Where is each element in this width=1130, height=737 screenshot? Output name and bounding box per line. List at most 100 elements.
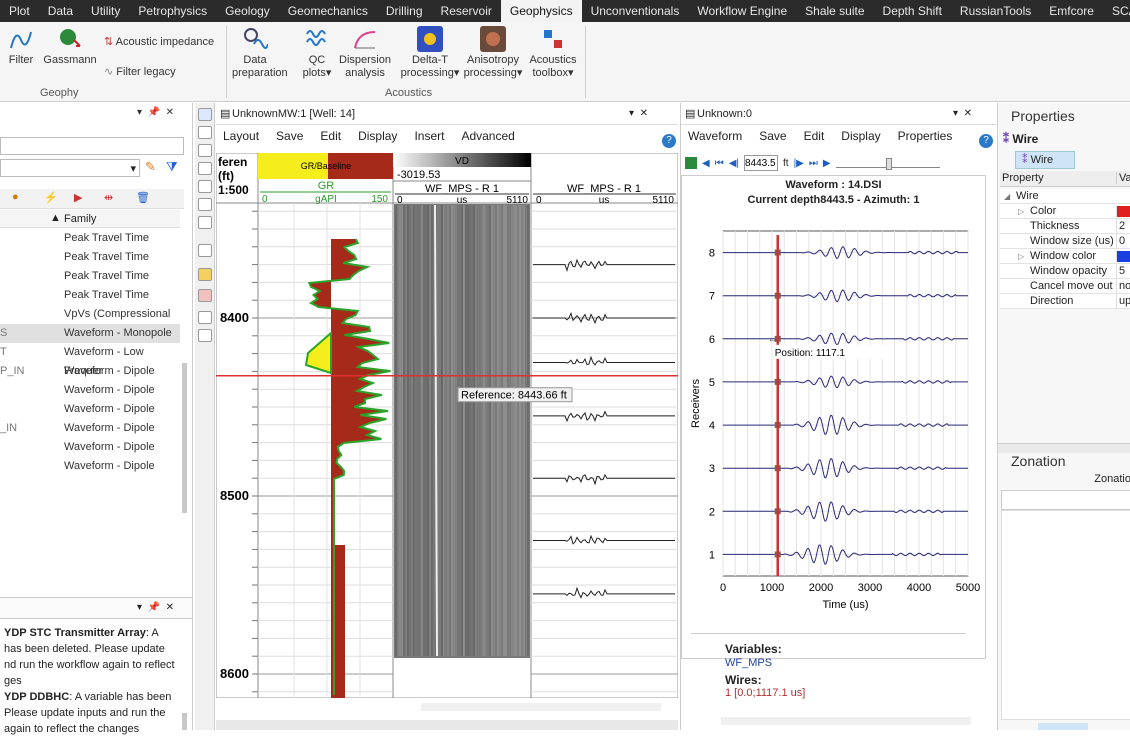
property-row[interactable]: Window size (us) 0 <box>1000 234 1130 249</box>
menu-advanced[interactable]: Advanced <box>461 129 514 147</box>
step-back-icon[interactable]: ◀| <box>729 158 739 169</box>
annotate-icon[interactable] <box>198 216 212 229</box>
well-log-plot[interactable]: feren(ft)1:500 GR/Baseline GR 0 gAPI 150 VD -30… <box>216 153 678 698</box>
list-item[interactable]: _IN Waveform - Dipole <box>0 419 180 438</box>
python-icon[interactable]: ● <box>12 191 19 203</box>
property-value[interactable]: no <box>1116 279 1130 294</box>
variables-value[interactable]: WF_MPS <box>725 657 772 669</box>
property-row[interactable]: Direction up <box>1000 294 1130 309</box>
expand-icon[interactable] <box>198 329 212 342</box>
list-item[interactable]: P_IN Waveform - Dipole <box>0 362 180 381</box>
panel-controls[interactable]: ▾ ✕ <box>953 103 972 125</box>
bottom-tab[interactable] <box>1038 723 1088 730</box>
waveform-chart[interactable]: 1 2 3 4 5 6 7 8 0 1000 2000 3000 4000 5000 Time (us) Re… <box>681 223 986 628</box>
menu-display[interactable]: Display <box>358 129 397 147</box>
acoustic-impedance-button[interactable]: ⇅ Acoustic impedance <box>104 36 214 49</box>
edit-icon[interactable]: ✎ <box>145 159 156 175</box>
delta-t-processing-button[interactable]: Delta-T processing▾ <box>400 26 460 80</box>
list-item[interactable]: T Waveform - Low Frequer <box>0 343 180 377</box>
menu-edit[interactable]: Edit <box>320 129 341 147</box>
horizontal-scrollbar[interactable] <box>721 717 971 725</box>
drag-handle-icon[interactable]: ↔ <box>768 334 778 345</box>
list-item[interactable]: Waveform - Dipole <box>0 457 180 476</box>
tab-petrophysics[interactable]: Petrophysics <box>129 0 216 22</box>
prev-icon[interactable]: ◀ <box>702 158 710 169</box>
depth-slider[interactable] <box>835 158 940 170</box>
list-item[interactable]: Waveform - Dipole <box>0 381 180 400</box>
property-row[interactable]: ▷ Window color <box>1000 249 1130 264</box>
menu-layout[interactable]: Layout <box>223 129 259 147</box>
first-icon[interactable]: ⏮ <box>715 158 724 169</box>
horizontal-scrollbar[interactable] <box>421 703 661 711</box>
zonation-input[interactable] <box>1001 490 1130 510</box>
splitter[interactable] <box>998 443 1130 453</box>
split-icon[interactable]: ⇹ <box>104 191 113 204</box>
menu-display[interactable]: Display <box>841 129 880 147</box>
filter-icon[interactable]: ⧩ <box>166 159 178 175</box>
list-item[interactable]: Waveform - Dipole <box>0 400 180 419</box>
property-value[interactable]: 5 <box>1116 264 1130 279</box>
list-item[interactable]: Peak Travel Time <box>0 286 180 305</box>
tab-geophysics[interactable]: Geophysics <box>500 0 582 22</box>
anisotropy-processing-button[interactable]: Anisotropy processing▾ <box>463 26 523 80</box>
menu-edit[interactable]: Edit <box>804 129 825 147</box>
edit-tool-icon[interactable] <box>198 144 212 157</box>
data-preparation-button[interactable]: Data preparation <box>232 26 288 80</box>
menu-waveform[interactable]: Waveform <box>688 129 742 147</box>
scrollbar[interactable] <box>182 363 187 513</box>
tab-geology[interactable]: Geology <box>216 0 279 22</box>
sort-icon[interactable]: ▲ <box>50 212 61 224</box>
tab-scal[interactable]: SCAL <box>1103 0 1130 22</box>
tab-plot[interactable]: Plot <box>0 0 39 22</box>
list-item[interactable]: Peak Travel Time <box>0 229 180 248</box>
property-row[interactable]: Thickness 2 <box>1000 219 1130 234</box>
list-item[interactable]: Peak Travel Time <box>0 267 180 286</box>
filter-select[interactable]: ▾ <box>0 159 140 177</box>
crop-icon[interactable] <box>198 198 212 211</box>
property-value[interactable] <box>1116 251 1130 262</box>
wires-value[interactable]: 1 [0.0;1117.1 us] <box>725 687 805 699</box>
panel-controls[interactable]: ▾ 📌 ✕ <box>137 107 174 118</box>
menu-properties[interactable]: Properties <box>898 129 953 147</box>
acoustics-toolbox-button[interactable]: Acoustics toolbox▾ <box>526 26 580 80</box>
next-icon[interactable]: ▶ <box>823 158 831 169</box>
filter-legacy-button[interactable]: ∿ Filter legacy <box>104 66 176 79</box>
tab-shale-suite[interactable]: Shale suite <box>796 0 873 22</box>
tab-russiantools[interactable]: RussianTools <box>951 0 1040 22</box>
property-row[interactable]: ◢ Wire <box>1000 189 1130 204</box>
property-row[interactable]: Window opacity 5 <box>1000 264 1130 279</box>
delete-icon[interactable]: 🗑 <box>136 191 150 204</box>
last-icon[interactable]: ⏭ <box>809 158 818 169</box>
property-row[interactable]: Cancel move outno <box>1000 279 1130 294</box>
column-header-family[interactable]: Family <box>64 213 96 225</box>
search-icon[interactable] <box>198 162 212 175</box>
tab-utility[interactable]: Utility <box>82 0 129 22</box>
marker-icon[interactable] <box>198 268 212 281</box>
tab-wire[interactable]: ⁑ Wire <box>1015 151 1075 169</box>
tab-data[interactable]: Data <box>39 0 82 22</box>
scrollbar[interactable] <box>182 713 187 730</box>
search-input[interactable] <box>0 137 184 155</box>
tag-icon[interactable] <box>198 289 212 302</box>
help-icon[interactable]: ? <box>662 134 676 148</box>
property-value[interactable]: 2 <box>1116 219 1130 234</box>
property-value[interactable]: 0 <box>1116 234 1130 249</box>
tab-workflow-engine[interactable]: Workflow Engine <box>688 0 796 22</box>
step-forward-icon[interactable]: |▶ <box>794 158 804 169</box>
expand-arrow-icon[interactable]: ▷ <box>1018 204 1024 219</box>
depth-input[interactable] <box>744 155 778 171</box>
tab-depth-shift[interactable]: Depth Shift <box>874 0 951 22</box>
workflow-icon[interactable]: ▶ <box>74 191 82 204</box>
dispersion-analysis-button[interactable]: Dispersion analysis <box>338 26 392 80</box>
chart-icon[interactable]: ⚡ <box>44 191 58 204</box>
property-value[interactable] <box>1116 206 1130 217</box>
list-item[interactable]: Waveform - Dipole <box>0 438 180 457</box>
tab-geomechanics[interactable]: Geomechanics <box>279 0 377 22</box>
tab-reservoir[interactable]: Reservoir <box>432 0 501 22</box>
gassmann-button[interactable]: Gassmann <box>43 26 97 67</box>
menu-save[interactable]: Save <box>759 129 786 147</box>
filter-button[interactable]: Filter <box>6 26 36 67</box>
tab-emfcore[interactable]: Emfcore <box>1040 0 1103 22</box>
menu-insert[interactable]: Insert <box>414 129 444 147</box>
menu-save[interactable]: Save <box>276 129 303 147</box>
